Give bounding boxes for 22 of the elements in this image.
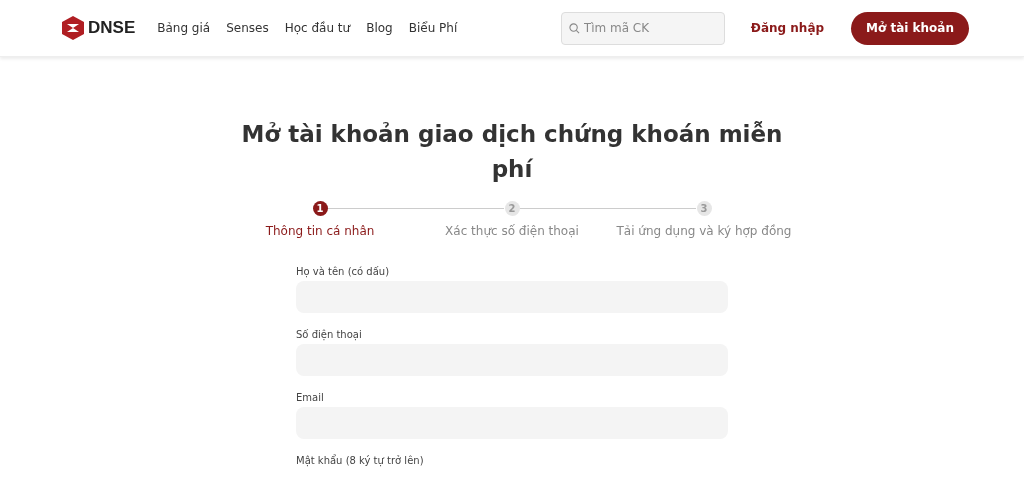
field-label: Email	[296, 392, 325, 403]
search-icon	[568, 22, 580, 34]
step-number: 2	[504, 201, 520, 216]
field-label: Số điện thoại	[296, 329, 363, 340]
field-label: Mật khẩu (8 ký tự trở lên)	[296, 455, 425, 466]
field-label: Họ và tên (có dấu)	[296, 266, 391, 277]
login-link[interactable]: Đăng nhập	[750, 21, 825, 35]
step-label: Tải ứng dụng và ký hợp đồng	[616, 224, 792, 238]
step-number: 1	[312, 201, 328, 216]
logo-icon	[60, 15, 86, 41]
nav-link[interactable]: Biểu Phí	[408, 21, 458, 35]
page-title: Mở tài khoản giao dịch chứng khoán miễn phí	[240, 120, 784, 184]
step-number: 3	[696, 201, 712, 216]
step-label: Thông tin cá nhân	[265, 224, 375, 238]
nav-link[interactable]: Senses	[226, 21, 269, 35]
logo-text[interactable]: DNSE	[88, 18, 136, 38]
nav-link[interactable]: Học đầu tư	[284, 21, 351, 35]
search-field[interactable]: Tìm mã CK	[560, 11, 725, 45]
step-label: Xác thực số điện thoại	[445, 224, 579, 238]
open-account-button[interactable]: Mở tài khoản	[851, 11, 969, 45]
nav-link[interactable]: Blog	[366, 21, 393, 35]
nav-link[interactable]: Bảng giá	[157, 21, 211, 35]
